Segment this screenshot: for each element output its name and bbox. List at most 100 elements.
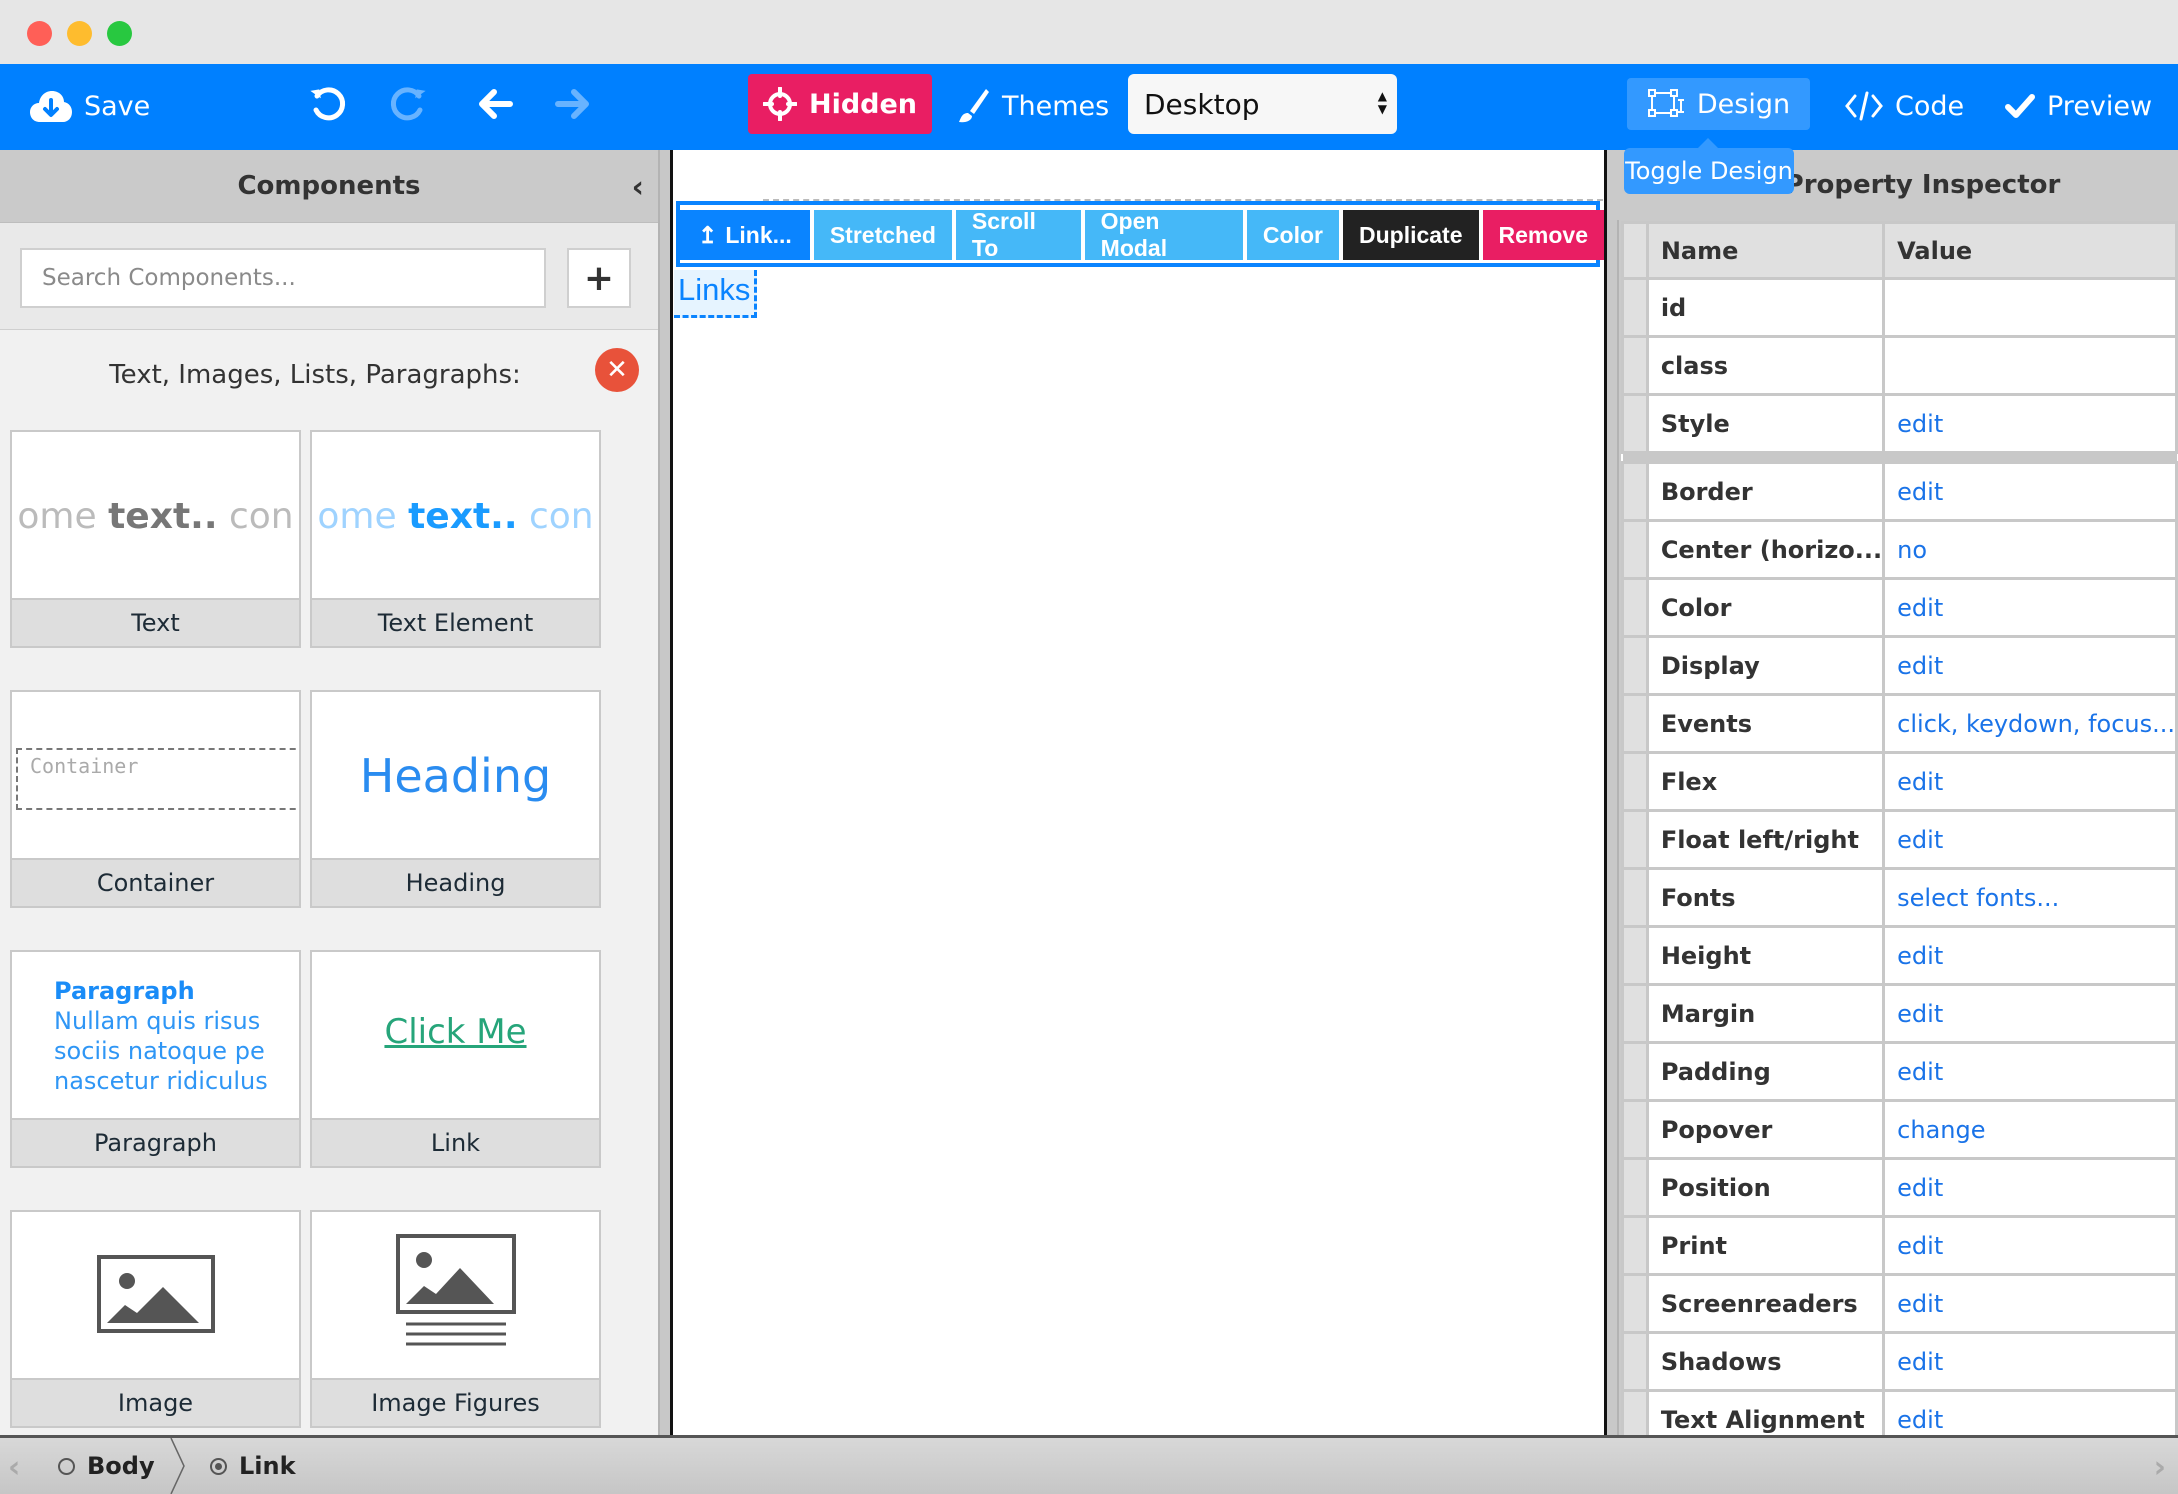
window-close-button[interactable] — [27, 21, 52, 46]
property-value-link[interactable]: edit — [1882, 809, 2178, 870]
window-minimize-button[interactable] — [67, 21, 92, 46]
scroll-to-button[interactable]: Scroll To — [955, 208, 1081, 261]
device-select-value: Desktop — [1144, 87, 1260, 121]
themes-button[interactable]: Themes — [956, 84, 1109, 128]
gutter-cell — [1621, 925, 1649, 986]
scroll-left-icon[interactable]: ‹ — [8, 1450, 20, 1485]
color-button[interactable]: Color — [1246, 210, 1339, 260]
component-preview — [312, 1212, 599, 1380]
column-header-name: Name — [1645, 221, 1886, 280]
hidden-toggle-button[interactable]: Hidden — [748, 74, 932, 134]
property-value-link[interactable]: no — [1882, 519, 2178, 580]
select-parent-icon: ↥ — [698, 221, 718, 248]
property-value-link[interactable] — [1882, 335, 2178, 396]
property-value-link[interactable]: edit — [1882, 1157, 2178, 1218]
breadcrumb-item-body[interactable]: Body — [58, 1438, 155, 1494]
component-card-container[interactable]: Container Container — [10, 690, 301, 908]
breadcrumb-label: Body — [87, 1452, 155, 1480]
property-value-link[interactable]: edit — [1882, 1041, 2178, 1102]
design-canvas[interactable]: ↥ Link... Stretched Scroll To Open Modal… — [670, 150, 1607, 1435]
property-value-link[interactable] — [1882, 277, 2178, 338]
save-button[interactable]: Save — [30, 84, 150, 128]
redo-button[interactable] — [388, 84, 428, 124]
select-parent-label: Link... — [725, 221, 792, 248]
component-card-text-element[interactable]: ome text.. con Text Element — [310, 430, 601, 648]
property-value-link[interactable]: edit — [1882, 983, 2178, 1044]
property-name: Popover — [1645, 1099, 1886, 1160]
search-components-input[interactable] — [20, 248, 546, 308]
back-button[interactable] — [476, 84, 514, 124]
property-value-link[interactable]: edit — [1882, 1215, 2178, 1276]
stretched-button[interactable]: Stretched — [813, 210, 952, 260]
inspector-scrollbar[interactable] — [1607, 220, 1619, 1435]
select-parent-button[interactable]: ↥ Link... — [680, 210, 810, 260]
window-maximize-button[interactable] — [107, 21, 132, 46]
component-card-link[interactable]: Click Me Link — [310, 950, 601, 1168]
breadcrumb-item-link[interactable]: Link — [210, 1438, 296, 1494]
property-name: Margin — [1645, 983, 1886, 1044]
property-name: Events — [1645, 693, 1886, 754]
undo-button[interactable] — [308, 84, 348, 124]
component-card-text[interactable]: ome text.. con Text — [10, 430, 301, 648]
property-value-link[interactable]: edit — [1882, 635, 2178, 696]
property-row: Center (horizo... no — [1621, 519, 2178, 580]
property-row: Events click, keydown, focus... — [1621, 693, 2178, 754]
property-value-link[interactable]: edit — [1882, 925, 2178, 986]
property-value-link[interactable]: click, keydown, focus... — [1882, 693, 2178, 754]
preview-mode-button[interactable]: Preview — [2005, 84, 2152, 128]
open-modal-button[interactable]: Open Modal — [1084, 208, 1243, 261]
property-name: Fonts — [1645, 867, 1886, 928]
component-preview: Heading — [312, 692, 599, 860]
collapse-panel-icon[interactable]: ‹ — [632, 170, 644, 205]
device-select[interactable]: Desktop ▲ ▼ — [1128, 74, 1397, 134]
link-preview: Click Me — [384, 1012, 527, 1052]
property-name: Center (horizo... — [1645, 519, 1886, 580]
property-table: Name Value id class Style edit Border edit Cen… — [1621, 221, 2178, 1450]
component-card-image[interactable]: Image — [10, 1210, 301, 1428]
code-mode-button[interactable]: Code — [1845, 84, 1964, 128]
crosshair-icon — [762, 87, 797, 121]
text-preview: ome text.. con — [17, 495, 294, 537]
property-value-link[interactable]: select fonts... — [1882, 867, 2178, 928]
gutter-cell — [1621, 277, 1649, 338]
property-name: Display — [1645, 635, 1886, 696]
duplicate-button[interactable]: Duplicate — [1342, 210, 1479, 260]
property-value-link[interactable]: edit — [1882, 393, 2178, 454]
select-arrows-icon: ▲ ▼ — [1377, 89, 1387, 116]
remove-button[interactable]: Remove — [1482, 210, 1604, 260]
component-preview: Paragraph Nullam quis risus sociis natoq… — [12, 952, 299, 1120]
component-preview: ome text.. con — [312, 432, 599, 600]
selected-link-element[interactable]: Links — [674, 270, 758, 318]
property-row: Popover change — [1621, 1099, 2178, 1160]
component-card-paragraph[interactable]: Paragraph Nullam quis risus sociis natoq… — [10, 950, 301, 1168]
component-card-heading[interactable]: Heading Heading — [310, 690, 601, 908]
component-card-image-figures[interactable]: Image Figures — [310, 1210, 601, 1428]
add-component-button[interactable]: + — [567, 248, 631, 308]
property-value-link[interactable]: edit — [1882, 1331, 2178, 1392]
components-scrollbar[interactable] — [658, 150, 670, 1435]
section-divider — [1622, 452, 2177, 463]
property-value-link[interactable]: edit — [1882, 1273, 2178, 1334]
property-value-link[interactable]: change — [1882, 1099, 2178, 1160]
design-label: Design — [1696, 88, 1791, 120]
gutter-cell — [1621, 221, 1649, 280]
gutter-cell — [1621, 1041, 1649, 1102]
undo-icon — [308, 84, 348, 124]
column-header-value: Value — [1882, 221, 2178, 280]
scroll-right-icon[interactable]: › — [2154, 1450, 2166, 1485]
property-value-link[interactable]: edit — [1882, 751, 2178, 812]
forward-button[interactable] — [554, 84, 592, 124]
property-name: Flex — [1645, 751, 1886, 812]
divider-cell — [1622, 452, 2177, 463]
property-row: Shadows edit — [1621, 1331, 2178, 1392]
property-value-link[interactable]: edit — [1882, 461, 2178, 522]
design-mode-button[interactable]: Design — [1627, 78, 1810, 130]
close-category-icon[interactable]: ✕ — [595, 348, 639, 392]
breadcrumb-label: Link — [239, 1452, 296, 1480]
property-value-link[interactable]: edit — [1882, 577, 2178, 638]
cloud-download-icon — [30, 88, 72, 124]
gutter-cell — [1621, 1331, 1649, 1392]
paragraph-preview: Paragraph Nullam quis risus sociis natoq… — [54, 977, 268, 1095]
property-name: Height — [1645, 925, 1886, 986]
component-preview: Container — [12, 692, 299, 860]
